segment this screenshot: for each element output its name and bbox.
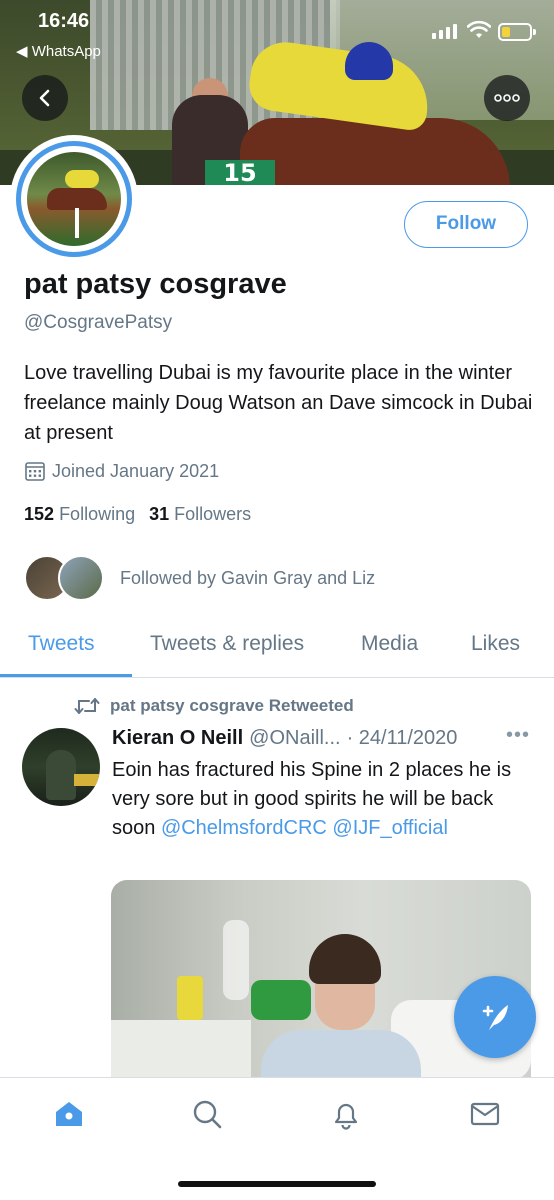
tweet-mention-link[interactable]: @IJF_official [332,817,448,839]
tweet-author-avatar[interactable] [22,728,100,806]
following-count: 152 [24,504,55,524]
search-icon[interactable] [189,1096,225,1132]
follow-counts: 152 Following 31 Followers [24,504,251,525]
followers-count: 31 [149,504,170,524]
signal-icon [432,24,457,39]
joined-date: Joined January 2021 [24,460,219,482]
tab-likes[interactable]: Likes [471,632,520,656]
notifications-icon[interactable] [328,1096,364,1132]
following-label: Following [59,504,136,524]
home-icon[interactable] [51,1096,87,1132]
tweet-image[interactable] [111,880,531,1080]
followers-link[interactable]: 31 Followers [149,504,251,525]
tweet-author-name[interactable]: Kieran O Neill [112,727,243,750]
profile-tabs: Tweets Tweets & replies Media Likes [0,614,554,678]
banner-saddle-cloth: 15 [205,160,275,185]
retweet-context: pat patsy cosgrave Retweeted [74,695,354,717]
avatar-image [27,152,121,246]
compose-feather-icon [482,1005,508,1030]
profile-handle: @CosgravePatsy [24,312,173,333]
wifi-icon [467,20,491,38]
tab-tweets[interactable]: Tweets [28,632,95,656]
profile-avatar[interactable] [10,135,138,263]
battery-icon [498,23,536,41]
retweet-icon [74,698,100,714]
back-button[interactable] [22,75,68,121]
calendar-icon [25,462,45,481]
back-to-app-link[interactable]: ◀ WhatsApp [16,42,101,60]
messages-icon[interactable] [467,1096,503,1132]
active-tab-indicator [0,674,132,677]
follower-avatar [58,555,104,601]
tweet-header: Kieran O Neill @ONaill... · 24/11/2020 [112,727,532,750]
more-options-button[interactable] [484,75,530,121]
tweet-more-icon[interactable]: ••• [506,724,530,747]
tab-tweets-replies[interactable]: Tweets & replies [150,632,304,656]
home-indicator [178,1181,376,1187]
compose-tweet-button[interactable] [454,976,536,1058]
profile-bio: Love travelling Dubai is my favourite pl… [24,362,533,444]
joined-text: Joined January 2021 [52,460,220,481]
followers-label: Followers [174,504,252,524]
chevron-left-icon [39,89,50,107]
retweet-label: pat patsy cosgrave Retweeted [110,696,354,715]
status-time: 16:46 [38,10,90,32]
more-horizontal-icon [494,94,520,102]
following-link[interactable]: 152 Following [24,504,135,525]
avatar-ring [16,141,132,257]
status-bar: 16:46 ◀ WhatsApp [0,0,554,70]
tweet-date: · 24/11/2020 [346,727,458,749]
profile-name: pat patsy cosgrave [24,268,287,300]
followed-by-text: Followed by Gavin Gray and Liz [120,567,376,588]
follow-button[interactable]: Follow [404,201,528,248]
tweet-author-handle[interactable]: @ONaill... [249,727,340,750]
tweet-mention-link[interactable]: @ChelmsfordCRC [161,817,327,839]
banner-horse [240,118,510,185]
followed-by[interactable]: Followed by Gavin Gray and Liz [24,553,375,603]
tab-media[interactable]: Media [361,632,418,656]
tweet-text: Eoin has fractured his Spine in 2 places… [112,756,532,843]
